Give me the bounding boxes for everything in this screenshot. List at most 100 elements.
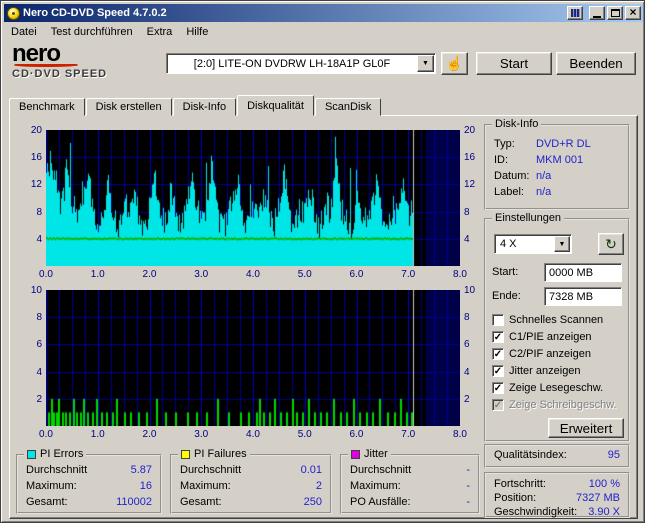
stat-value: 5.87 [130, 464, 152, 476]
titlebar: Nero CD-DVD Speed 4.7.0.2 × [4, 4, 643, 22]
axis-tick-label: 4.0 [246, 429, 260, 440]
stat-value: 0.01 [300, 464, 322, 476]
axis-tick-label: 3.0 [194, 429, 209, 440]
close-button[interactable]: × [625, 6, 641, 20]
checkbox-box [492, 313, 504, 326]
axis-tick-label: 2 [36, 393, 42, 405]
disk-type-value: DVD+R DL [536, 138, 591, 150]
stat-value: - [466, 480, 470, 492]
axis-tick-label: 5.0 [297, 269, 312, 280]
tab-disk-erstellen[interactable]: Disk erstellen [85, 98, 172, 116]
progress-panel: Fortschritt: 100 % Position: 7327 MB Gesch… [484, 472, 630, 518]
end-mb-label: Ende: [492, 290, 521, 302]
speed-label: Geschwindigkeit: [494, 506, 578, 518]
menu-item-test-durchfuehren[interactable]: Test durchführen [44, 24, 140, 40]
cddvd-speed-logo-text: CD·DVD SPEED [12, 68, 108, 80]
stat-label: Maximum: [180, 480, 231, 492]
options-hand-button[interactable]: ☝ [441, 52, 468, 75]
stat-label: Maximum: [26, 480, 77, 492]
axis-tick-label: 5.0 [297, 429, 312, 440]
diskqualitaet-page: 20 20 16 16 12 12 8 8 4 4 10 10 8 8 6 6 4 4 2 2 0.0 1.0 2.0 3.0… [9, 115, 638, 519]
disk-info-title: Disk-Info [492, 118, 542, 130]
checkbox-label: Jitter anzeigen [509, 364, 581, 377]
menu-item-datei[interactable]: Datei [4, 24, 44, 40]
tab-diskqualitaet[interactable]: Diskqualität [237, 95, 314, 116]
exit-button[interactable]: Beenden [556, 52, 636, 75]
checkbox-c1-pie-anzeigen[interactable]: ✓ C1/PIE anzeigen [492, 329, 592, 344]
position-label: Position: [494, 492, 537, 504]
stat-value: 16 [139, 480, 152, 492]
pi-failures-chart [46, 290, 460, 426]
pi-failures-stats-panel: PI Failures Durchschnitt 0.01 Maximum: 2 G… [170, 448, 332, 514]
maximize-button[interactable] [607, 6, 623, 20]
checkbox-label: C1/PIE anzeigen [509, 330, 592, 343]
disk-type-label: Typ: [494, 138, 515, 150]
minimize-button[interactable] [589, 6, 605, 20]
axis-tick-label: 7.0 [401, 269, 416, 280]
advanced-button[interactable]: Erweitert [548, 418, 624, 438]
axis-tick-label: 8 [36, 206, 42, 218]
minimize-icon [593, 15, 601, 18]
disk-label-value: n/a [536, 186, 552, 198]
pi-failures-title: PI Failures [194, 448, 247, 460]
checkbox-schnelles-scannen[interactable]: Schnelles Scannen [492, 312, 603, 327]
pi-errors-stats-panel: PI Errors Durchschnitt 5.87 Maximum: 16 Ge… [16, 448, 162, 514]
axis-tick-label: 0.0 [39, 429, 53, 440]
start-button[interactable]: Start [476, 52, 552, 75]
stat-label: Gesamt: [180, 496, 222, 508]
stat-value: - [466, 464, 470, 476]
close-icon: × [629, 5, 637, 19]
toolbar: nero CD·DVD SPEED [2:0] LITE-ON DVDRW LH… [4, 41, 643, 93]
position-value: 7327 MB [575, 492, 620, 504]
speed-select[interactable]: 4 X ▼ [494, 234, 572, 254]
app-icon [7, 6, 20, 20]
stat-label: Maximum: [350, 480, 401, 492]
checkbox-c2-pif-anzeigen[interactable]: ✓ C2/PIF anzeigen [492, 346, 591, 361]
drive-select-dropdown-button[interactable]: ▼ [417, 55, 434, 72]
stat-value: - [466, 496, 470, 508]
speed-select-dropdown-button[interactable]: ▼ [554, 236, 570, 252]
axis-tick-label: 4 [36, 233, 42, 245]
axis-tick-label: 10 [30, 285, 42, 296]
disk-date-value: n/a [536, 170, 552, 182]
axis-tick-label: 20 [30, 125, 42, 136]
checkbox-label: Zeige Schreibgeschw. [509, 398, 617, 411]
tab-disk-info[interactable]: Disk-Info [172, 98, 237, 116]
chevron-down-icon: ▼ [558, 240, 566, 248]
axis-tick-label: 16 [30, 152, 42, 164]
menu-item-extra[interactable]: Extra [140, 24, 180, 40]
titlebar-extra-button[interactable] [567, 6, 583, 20]
stat-label: Durchschnitt [350, 464, 412, 476]
hand-icon: ☝ [445, 55, 464, 71]
tab-benchmark[interactable]: Benchmark [9, 98, 85, 116]
start-mb-field[interactable] [544, 263, 622, 282]
pi-errors-chart [46, 130, 460, 266]
checkbox-jitter-anzeigen[interactable]: ✓ Jitter anzeigen [492, 363, 581, 378]
settings-title: Einstellungen [492, 212, 565, 224]
maximize-icon [610, 9, 620, 17]
jitter-stats-panel: Jitter Durchschnitt - Maximum: - PO Ausfäl… [340, 448, 480, 514]
checkbox-box: ✓ [492, 364, 504, 377]
axis-tick-label: 6.0 [349, 429, 364, 440]
menu-item-hilfe[interactable]: Hilfe [179, 24, 215, 40]
checkbox-box: ✓ [492, 330, 504, 343]
disk-id-label: ID: [494, 154, 509, 166]
checkbox-zeige-lesegeschw[interactable]: ✓ Zeige Lesegeschw. [492, 380, 603, 395]
pi-errors-swatch [27, 449, 36, 459]
speed-select-value: 4 X [500, 238, 517, 250]
end-mb-field[interactable] [544, 287, 622, 306]
axis-tick-label: 1.0 [90, 269, 105, 280]
stat-value: 250 [303, 496, 322, 508]
disk-date-label: Datum: [494, 170, 530, 182]
axis-tick-label: 4.0 [246, 269, 260, 280]
drive-select[interactable]: [2:0] LITE-ON DVDRW LH-18A1P GL0F ▼ [166, 53, 436, 74]
stat-label: Gesamt: [26, 496, 68, 508]
tab-scandisk[interactable]: ScanDisk [314, 98, 382, 116]
axis-tick-label: 1.0 [90, 429, 105, 440]
jitter-swatch [351, 449, 360, 459]
axis-tick-label: 0.0 [39, 269, 53, 280]
nero-logo: nero CD·DVD SPEED [12, 42, 162, 81]
checkbox-label: C2/PIF anzeigen [509, 347, 591, 360]
refresh-speed-button[interactable]: ↻ [598, 233, 624, 255]
disk-label-label: Label: [494, 186, 524, 198]
